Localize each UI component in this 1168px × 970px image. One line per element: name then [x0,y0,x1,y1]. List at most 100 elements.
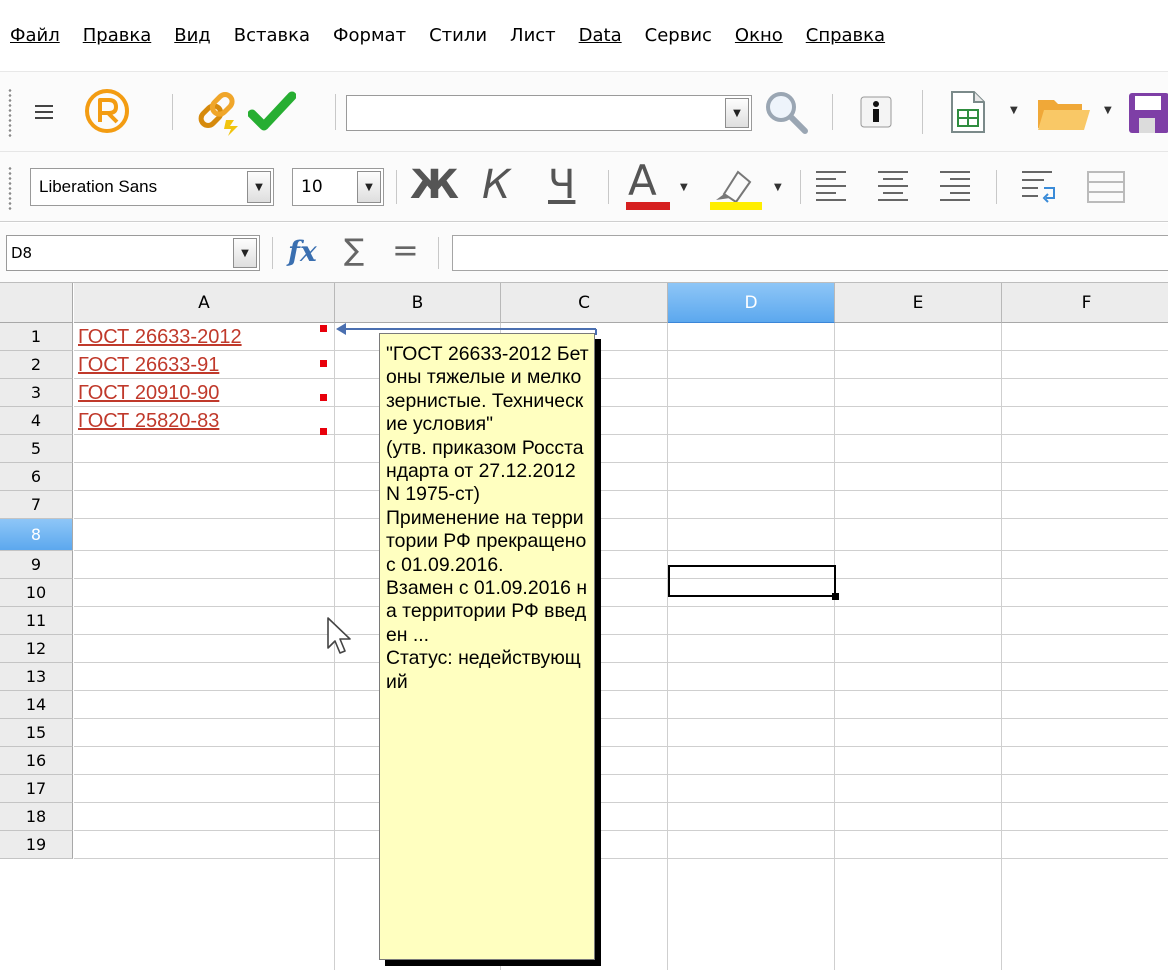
cell-a4-link[interactable]: ГОСТ 25820-83 [78,407,219,435]
formula-bar: D8 ▼ fx ∑ = [0,223,1168,283]
menu-icon[interactable] [34,102,54,122]
row-header[interactable]: 16 [0,747,73,775]
chevron-down-icon[interactable]: ▼ [1104,105,1112,116]
search-icon[interactable] [762,88,810,136]
menu-bar: Файл Правка Вид Вставка Формат Стили Лист Data С… [0,0,1168,72]
sum-button[interactable]: ∑ [344,233,364,268]
row-header[interactable]: 3 [0,379,73,407]
column-header-e[interactable]: E [835,283,1002,323]
italic-button[interactable]: К [482,162,510,208]
comment-indicator[interactable] [320,394,327,401]
chevron-down-icon[interactable]: ▼ [774,182,782,193]
row-gridline [74,606,1168,607]
toolbar-separator [172,94,173,130]
font-size-value: 10 [301,177,323,197]
row-header[interactable]: 9 [0,551,73,579]
highlight-color-icon[interactable] [708,164,764,210]
wrap-text-icon[interactable] [1020,168,1058,206]
column-header-d[interactable]: D [668,283,835,323]
new-spreadsheet-icon[interactable] [950,90,986,134]
row-header[interactable]: 15 [0,719,73,747]
menu-help[interactable]: Справка [806,25,885,46]
row-header[interactable]: 7 [0,491,73,519]
row-header[interactable]: 12 [0,635,73,663]
fill-handle[interactable] [832,593,839,600]
row-gridline [74,746,1168,747]
align-left-icon[interactable] [814,168,848,206]
row-gridline [74,802,1168,803]
menu-tools[interactable]: Сервис [645,25,712,46]
column-gridline [667,323,668,970]
menu-file[interactable]: Файл [10,25,60,46]
chevron-down-icon[interactable]: ▼ [680,182,688,193]
selected-cell-d8[interactable] [668,565,836,597]
bold-button[interactable]: Ж [410,162,459,208]
find-combo[interactable]: ▼ [346,95,752,131]
cell-a3-link[interactable]: ГОСТ 20910-90 [78,379,219,407]
cell-a2-link[interactable]: ГОСТ 26633-91 [78,351,219,379]
font-color-button[interactable]: A [628,156,657,205]
menu-styles[interactable]: Стили [429,25,487,46]
font-name-dropdown[interactable]: ▼ [247,171,271,203]
menu-window[interactable]: Окно [735,25,783,46]
save-icon[interactable] [1128,92,1168,134]
row-gridline [74,462,1168,463]
font-name-combo[interactable]: Liberation Sans ▼ [30,168,274,206]
row-gridline [74,550,1168,551]
menu-insert[interactable]: Вставка [234,25,310,46]
menu-view[interactable]: Вид [174,25,211,46]
find-combo-dropdown[interactable]: ▼ [725,98,749,128]
toolbar-grip[interactable] [7,166,13,210]
merge-cells-icon[interactable] [1086,168,1126,206]
toolbar-separator [922,90,923,134]
toolbar-separator [832,94,833,130]
comment-indicator[interactable] [320,360,327,367]
row-gridline [74,690,1168,691]
row-header[interactable]: 17 [0,775,73,803]
row-gridline [74,858,1168,859]
row-header[interactable]: 4 [0,407,73,435]
row-gridline [74,578,1168,579]
checkmark-icon[interactable] [248,90,296,134]
name-box[interactable]: D8 ▼ [6,235,260,271]
function-wizard-button[interactable]: fx [288,235,317,268]
menu-data[interactable]: Data [579,25,622,46]
chevron-down-icon[interactable]: ▼ [1010,105,1018,116]
row-header[interactable]: 18 [0,803,73,831]
row-header[interactable]: 5 [0,435,73,463]
row-gridline [74,830,1168,831]
row-header-active[interactable]: 8 [0,519,73,551]
align-right-icon[interactable] [938,168,972,206]
column-gridline [1001,323,1002,970]
menu-edit[interactable]: Правка [83,25,152,46]
row-header[interactable]: 13 [0,663,73,691]
chevron-down-icon: ▼ [733,107,741,119]
info-icon[interactable] [860,96,892,128]
menu-format[interactable]: Формат [333,25,406,46]
toolbar-grip[interactable] [7,88,13,138]
font-size-dropdown[interactable]: ▼ [357,171,381,203]
toolbar-separator [272,237,273,269]
comment-indicator[interactable] [320,428,327,435]
menu-sheet[interactable]: Лист [510,25,556,46]
row-header[interactable]: 14 [0,691,73,719]
standard-toolbar: ▼ ▼ ▼ [0,72,1168,152]
formula-input[interactable] [452,235,1168,271]
hyperlink-icon[interactable] [192,86,244,138]
row-header[interactable]: 19 [0,831,73,859]
row-header[interactable]: 2 [0,351,73,379]
function-button[interactable]: = [392,231,419,269]
font-size-combo[interactable]: 10 ▼ [292,168,384,206]
row-gridline [74,434,1168,435]
name-box-dropdown[interactable]: ▼ [233,238,257,268]
underline-button[interactable]: Ч [548,162,575,208]
row-header[interactable]: 11 [0,607,73,635]
chevron-down-icon: ▼ [255,181,263,193]
registered-icon[interactable] [82,86,132,136]
column-header-f[interactable]: F [1002,283,1168,323]
open-folder-icon[interactable] [1036,92,1092,132]
align-center-icon[interactable] [876,168,910,206]
row-header[interactable]: 6 [0,463,73,491]
row-header[interactable]: 10 [0,579,73,607]
row-gridline [74,490,1168,491]
